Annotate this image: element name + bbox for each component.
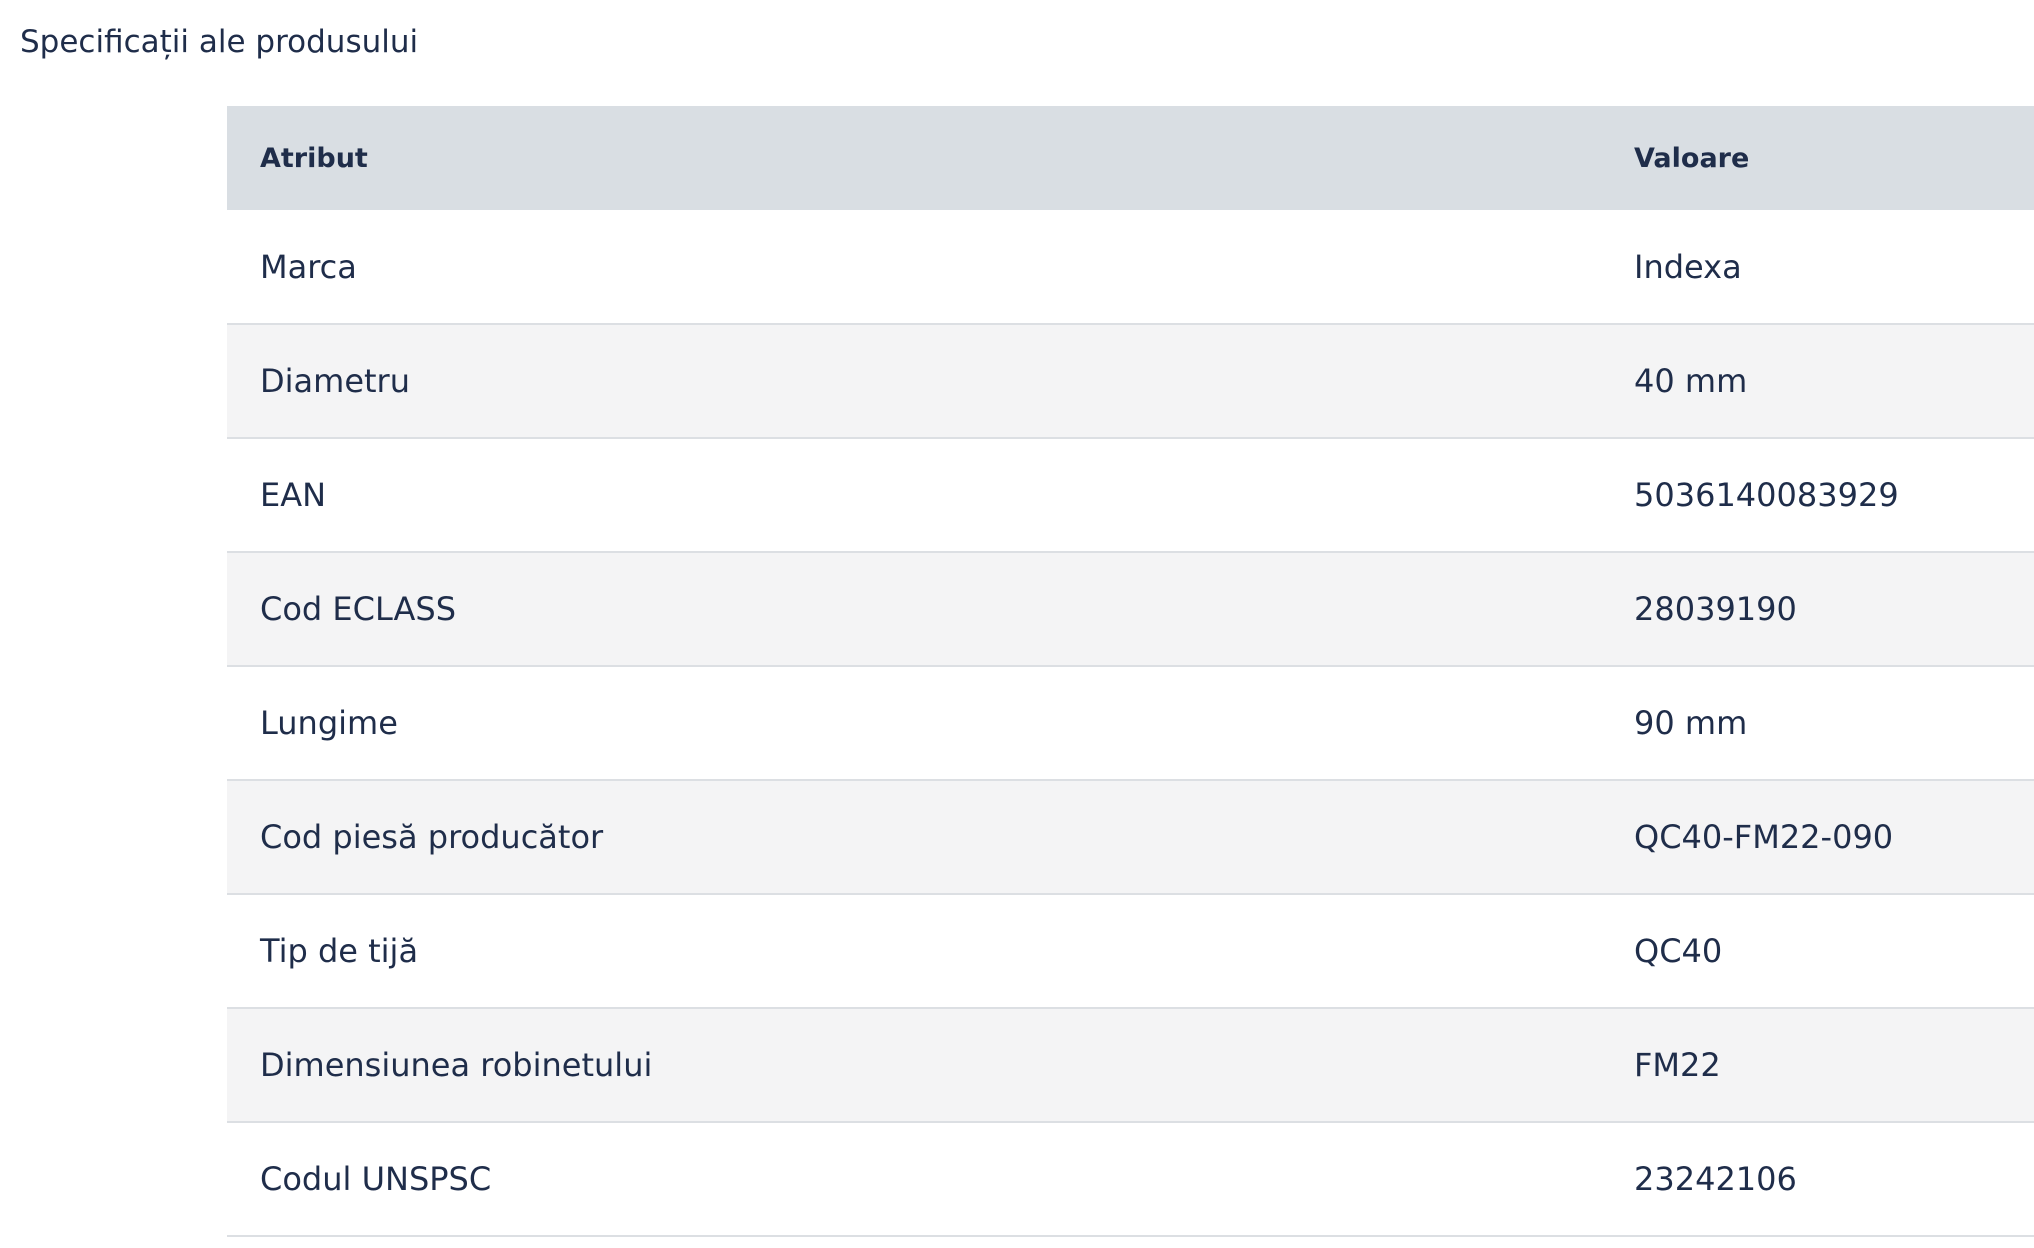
table-header-row: Atribut Valoare <box>227 106 2034 210</box>
value-cell: QC40 <box>1634 932 1723 970</box>
value-cell: 90 mm <box>1634 704 1748 742</box>
attribute-cell: Marca <box>260 247 357 286</box>
attribute-cell: Codul UNSPSC <box>260 1160 492 1198</box>
value-cell: Indexa <box>1634 247 1742 286</box>
attribute-cell: EAN <box>260 476 327 514</box>
table-row: Cod piesă producător QC40-FM22-090 <box>227 780 2034 894</box>
attribute-cell: Cod piesă producător <box>260 818 604 856</box>
table-row: Dimensiunea robinetului FM22 <box>227 1008 2034 1122</box>
value-cell: 5036140083929 <box>1634 476 1899 514</box>
table-row: EAN 5036140083929 <box>227 438 2034 552</box>
attribute-cell: Diametru <box>260 362 410 400</box>
table-header: Atribut Valoare <box>227 106 2034 210</box>
attribute-cell: Lungime <box>260 704 398 742</box>
column-header-attribute: Atribut <box>260 142 368 174</box>
value-cell: 40 mm <box>1634 362 1748 400</box>
attribute-cell: Dimensiunea robinetului <box>260 1046 653 1084</box>
attribute-cell: Cod ECLASS <box>260 590 457 628</box>
column-header-value: Valoare <box>1634 142 1750 174</box>
table-row: Cod ECLASS 28039190 <box>227 552 2034 666</box>
value-cell: FM22 <box>1634 1046 1721 1084</box>
table-row: Marca Indexa <box>227 210 2034 324</box>
table-row: Lungime 90 mm <box>227 666 2034 780</box>
table-row: Tip de tijă QC40 <box>227 894 2034 1008</box>
value-cell: 23242106 <box>1634 1160 1797 1198</box>
table-row: Diametru 40 mm <box>227 324 2034 438</box>
value-cell: QC40-FM22-090 <box>1634 818 1894 856</box>
table-row: Codul UNSPSC 23242106 <box>227 1122 2034 1236</box>
specifications-table: Atribut Valoare Marca Indexa Diametru 40… <box>227 106 2034 1237</box>
section-title: Specificații ale produsului <box>20 24 419 60</box>
value-cell: 28039190 <box>1634 590 1797 628</box>
attribute-cell: Tip de tijă <box>260 932 419 970</box>
table-body: Marca Indexa Diametru 40 mm EAN 50361400… <box>227 210 2034 1236</box>
